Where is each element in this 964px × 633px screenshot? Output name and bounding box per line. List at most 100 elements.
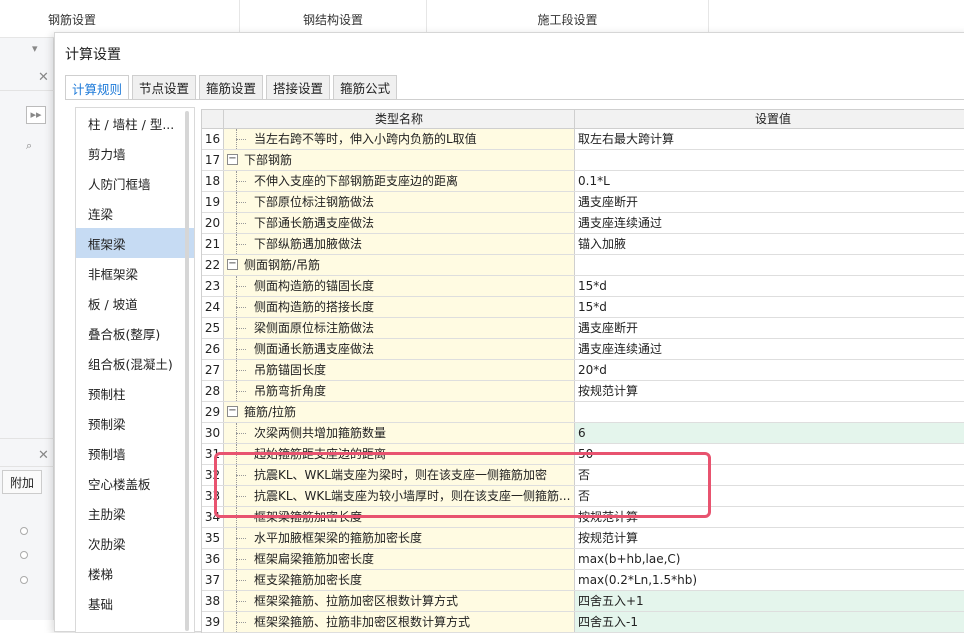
table-row[interactable]: 19 下部原位标注钢筋做法 遇支座断开: [202, 192, 964, 213]
tab-stirrup-settings[interactable]: 箍筋设置: [199, 75, 264, 99]
row-setting-value[interactable]: 50: [575, 444, 964, 464]
category-item[interactable]: 空心楼盖板: [76, 468, 194, 498]
row-setting-value[interactable]: 否: [575, 465, 964, 485]
category-item[interactable]: 连梁: [76, 198, 194, 228]
table-row[interactable]: 32 抗震KL、WKL端支座为梁时，则在该支座一侧箍筋加密 否: [202, 465, 964, 486]
category-item[interactable]: 预制梁: [76, 408, 194, 438]
category-item[interactable]: 预制墙: [76, 438, 194, 468]
tab-stirrup-formula[interactable]: 箍筋公式: [333, 75, 398, 99]
table-row[interactable]: 33 抗震KL、WKL端支座为较小墙厚时，则在该支座一侧箍筋... 否: [202, 486, 964, 507]
table-group-row[interactable]: 29− 箍筋/拉筋: [202, 402, 964, 423]
table-row[interactable]: 26 侧面通长筋遇支座做法 遇支座连续通过: [202, 339, 964, 360]
row-setting-value[interactable]: 20*d: [575, 360, 964, 380]
row-setting-value[interactable]: 15*d: [575, 297, 964, 317]
row-setting-value[interactable]: 取左右最大跨计算: [575, 129, 964, 149]
close-icon[interactable]: ✕: [38, 70, 49, 85]
category-item[interactable]: 楼梯: [76, 558, 194, 588]
row-setting-value[interactable]: 锚入加腋: [575, 234, 964, 254]
collapse-icon[interactable]: −: [227, 259, 238, 270]
table-row[interactable]: 35 水平加腋框架梁的箍筋加密长度 按规范计算: [202, 528, 964, 549]
tab-calculation-rules[interactable]: 计算规则: [65, 75, 130, 100]
table-row[interactable]: 23 侧面构造筋的锚固长度 15*d: [202, 276, 964, 297]
row-type-name: 框架梁箍筋加密长度: [224, 507, 575, 527]
row-type-name-text: 不伸入支座的下部钢筋距支座边的距离: [254, 174, 459, 188]
row-setting-value[interactable]: 0.1*L: [575, 171, 964, 191]
table-row[interactable]: 18 不伸入支座的下部钢筋距支座边的距离 0.1*L: [202, 171, 964, 192]
row-number: 22: [202, 255, 224, 275]
row-type-name-text: 下部纵筋遇加腋做法: [254, 237, 363, 251]
tab-lap-settings[interactable]: 搭接设置: [266, 75, 331, 99]
radio-button[interactable]: [20, 527, 28, 535]
row-type-name: 框架梁箍筋、拉筋非加密区根数计算方式: [224, 612, 575, 632]
table-row[interactable]: 34 框架梁箍筋加密长度 按规范计算: [202, 507, 964, 528]
table-row[interactable]: 37 框支梁箍筋加密长度 max(0.2*Ln,1.5*hb): [202, 570, 964, 591]
row-setting-value[interactable]: 遇支座连续通过: [575, 339, 964, 359]
table-row[interactable]: 21 下部纵筋遇加腋做法 锚入加腋: [202, 234, 964, 255]
table-body: 16 当左右跨不等时，伸入小跨内负筋的L取值 取左右最大跨计算 17− 下部钢筋 18 不伸…: [202, 129, 964, 633]
dropdown-arrow-icon[interactable]: ▾: [32, 42, 38, 55]
row-type-name: 起始箍筋距支座边的距离: [224, 444, 575, 464]
category-item[interactable]: 组合板(混凝土): [76, 348, 194, 378]
tab-node-settings[interactable]: 节点设置: [132, 75, 197, 99]
row-setting-value[interactable]: 否: [575, 486, 964, 506]
category-item[interactable]: 板 / 坡道: [76, 288, 194, 318]
category-item[interactable]: 非框架梁: [76, 258, 194, 288]
row-setting-value[interactable]: max(b+hb,lae,C): [575, 549, 964, 569]
category-item[interactable]: 柱 / 墙柱 / 型...: [76, 108, 194, 138]
table-row[interactable]: 30 次梁两侧共增加箍筋数量 6: [202, 423, 964, 444]
radio-button[interactable]: [20, 551, 28, 559]
row-number: 30: [202, 423, 224, 443]
category-item[interactable]: 预制柱: [76, 378, 194, 408]
table-row[interactable]: 38 框架梁箍筋、拉筋加密区根数计算方式 四舍五入+1: [202, 591, 964, 612]
category-item[interactable]: 基础: [76, 588, 194, 618]
row-setting-value[interactable]: 遇支座连续通过: [575, 213, 964, 233]
search-icon[interactable]: ⌕: [26, 139, 32, 153]
row-number: 38: [202, 591, 224, 611]
tab-divider: [65, 99, 964, 100]
table-group-row[interactable]: 17− 下部钢筋: [202, 150, 964, 171]
table-row[interactable]: 31 起始箍筋距支座边的距离 50: [202, 444, 964, 465]
collapse-icon[interactable]: −: [227, 154, 238, 165]
row-setting-value[interactable]: [575, 402, 964, 422]
row-number: 20: [202, 213, 224, 233]
table-row[interactable]: 36 框架扁梁箍筋加密长度 max(b+hb,lae,C): [202, 549, 964, 570]
row-setting-value[interactable]: 遇支座断开: [575, 192, 964, 212]
row-type-name: 水平加腋框架梁的箍筋加密长度: [224, 528, 575, 548]
add-button[interactable]: 附加: [2, 470, 42, 494]
table-row[interactable]: 24 侧面构造筋的搭接长度 15*d: [202, 297, 964, 318]
row-setting-value[interactable]: max(0.2*Ln,1.5*hb): [575, 570, 964, 590]
table-row[interactable]: 39 框架梁箍筋、拉筋非加密区根数计算方式 四舍五入-1: [202, 612, 964, 633]
table-row[interactable]: 20 下部通长筋遇支座做法 遇支座连续通过: [202, 213, 964, 234]
radio-button[interactable]: [20, 576, 28, 584]
category-item[interactable]: 主肋梁: [76, 498, 194, 528]
row-setting-value[interactable]: 四舍五入+1: [575, 591, 964, 611]
row-type-name-text: 抗震KL、WKL端支座为较小墙厚时，则在该支座一侧箍筋...: [254, 489, 571, 503]
row-setting-value[interactable]: [575, 150, 964, 170]
table-row[interactable]: 16 当左右跨不等时，伸入小跨内负筋的L取值 取左右最大跨计算: [202, 129, 964, 150]
category-item[interactable]: 剪力墙: [76, 138, 194, 168]
collapse-icon[interactable]: −: [227, 406, 238, 417]
category-scrollbar[interactable]: [185, 111, 189, 631]
row-setting-value[interactable]: [575, 255, 964, 275]
expand-icon[interactable]: ▸▸: [26, 106, 46, 124]
row-setting-value[interactable]: 按规范计算: [575, 528, 964, 548]
row-setting-value[interactable]: 四舍五入-1: [575, 612, 964, 632]
row-setting-value[interactable]: 按规范计算: [575, 507, 964, 527]
table-row[interactable]: 27 吊筋锚固长度 20*d: [202, 360, 964, 381]
table-group-row[interactable]: 22− 侧面钢筋/吊筋: [202, 255, 964, 276]
close-icon[interactable]: ✕: [38, 448, 49, 463]
category-item[interactable]: 人防门框墙: [76, 168, 194, 198]
row-setting-value[interactable]: 15*d: [575, 276, 964, 296]
category-item[interactable]: 叠合板(整厚): [76, 318, 194, 348]
table-row[interactable]: 25 梁侧面原位标注筋做法 遇支座断开: [202, 318, 964, 339]
category-item[interactable]: 次肋梁: [76, 528, 194, 558]
row-setting-value[interactable]: 6: [575, 423, 964, 443]
row-number: 29: [202, 402, 224, 422]
row-number: 24: [202, 297, 224, 317]
category-item[interactable]: 框架梁: [76, 228, 194, 258]
row-number: 25: [202, 318, 224, 338]
row-setting-value[interactable]: 遇支座断开: [575, 318, 964, 338]
row-setting-value[interactable]: 按规范计算: [575, 381, 964, 401]
table-row[interactable]: 28 吊筋弯折角度 按规范计算: [202, 381, 964, 402]
row-number: 17: [202, 150, 224, 170]
